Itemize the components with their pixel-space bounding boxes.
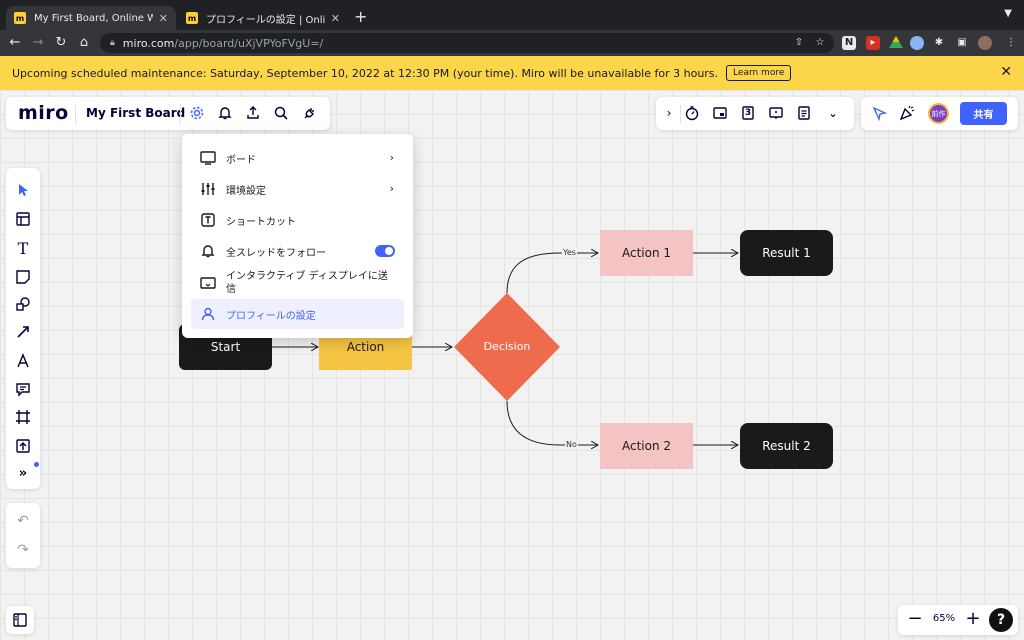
presentation-icon[interactable] (767, 104, 785, 122)
miro-logo[interactable]: miro (18, 102, 69, 124)
menu-item-preferences[interactable]: 環境設定 › (191, 174, 404, 204)
chevron-right-icon: › (389, 182, 394, 195)
cursor-follow-icon[interactable] (870, 104, 888, 122)
follow-threads-toggle[interactable] (375, 245, 395, 257)
user-avatar[interactable]: 前作 (928, 103, 949, 124)
counter-label: 3 (744, 108, 752, 118)
action2-node[interactable]: Action 2 (600, 423, 693, 469)
upload-icon[interactable] (14, 437, 32, 455)
celebrate-icon[interactable] (898, 104, 916, 122)
menu-item-label: ボード (226, 154, 256, 166)
settings-icon[interactable] (188, 104, 206, 122)
notification-icon[interactable] (216, 104, 234, 122)
result2-node-label: Result 2 (762, 439, 811, 453)
frames-panel-button[interactable] (6, 606, 34, 634)
menu-item-shortcuts[interactable]: ショートカット (191, 205, 404, 235)
sticky-note-icon[interactable] (14, 268, 32, 286)
zoom-in-icon[interactable]: + (964, 610, 982, 628)
frame-icon[interactable] (14, 408, 32, 426)
zoom-controls: − 65% + ? (898, 605, 1018, 635)
zoom-out-icon[interactable]: − (906, 610, 924, 628)
more-tools-icon[interactable]: » (14, 464, 32, 482)
search-icon[interactable] (272, 104, 290, 122)
collapse-icon[interactable]: › (660, 104, 678, 122)
display-icon (200, 276, 216, 292)
plugin-icon[interactable] (301, 104, 319, 122)
action-node-label: Action (346, 340, 385, 354)
menu-item-label: インタラクティブ ディスプレイに送信 (226, 271, 388, 295)
notes-icon[interactable] (795, 104, 813, 122)
shortcut-icon (200, 212, 216, 228)
card-icon[interactable] (711, 104, 729, 122)
redo-icon[interactable]: ↷ (14, 541, 32, 559)
decision-node-label: Decision (483, 339, 531, 353)
board-name[interactable]: My First Board (86, 106, 185, 120)
action1-node-label: Action 1 (621, 246, 672, 260)
undo-redo-toolbar: ↶ ↷ (6, 503, 40, 568)
pen-icon[interactable] (14, 352, 32, 370)
profile-icon (200, 306, 216, 322)
more-icon[interactable]: ⌄ (824, 104, 842, 122)
divider (680, 105, 681, 123)
menu-item-profile-settings[interactable]: プロフィールの設定 (191, 299, 404, 329)
undo-icon[interactable]: ↶ (14, 512, 32, 530)
edge-label-no: No (565, 440, 578, 449)
collaboration-toolbar: 前作 共有 (861, 97, 1018, 130)
help-button[interactable]: ? (989, 608, 1013, 632)
preferences-icon (200, 181, 216, 197)
new-badge-dot (34, 462, 39, 467)
edge-label-yes: Yes (562, 248, 577, 257)
comment-icon[interactable] (14, 380, 32, 398)
share-button[interactable]: 共有 (960, 102, 1007, 125)
connector-decision-action2 (506, 400, 598, 445)
menu-item-label: 全スレッドをフォロー (226, 247, 326, 259)
divider (180, 105, 181, 123)
zoom-level[interactable]: 65% (928, 613, 960, 624)
result2-node[interactable]: Result 2 (740, 423, 833, 469)
connector-icon[interactable] (14, 323, 32, 341)
menu-item-follow-threads[interactable]: 全スレッドをフォロー (191, 236, 404, 266)
settings-menu: ボード › 環境設定 › ショートカット 全スレッドをフォロー インタラクティブ… (182, 134, 413, 338)
upload-icon[interactable] (244, 104, 262, 122)
action2-node-label: Action 2 (621, 439, 672, 453)
board-header-toolbar: miro My First Board (6, 97, 330, 130)
menu-item-label: 環境設定 (226, 185, 266, 197)
start-node-label: Start (210, 340, 241, 354)
menu-item-interactive-display[interactable]: インタラクティブ ディスプレイに送信 (191, 267, 404, 299)
left-creation-toolbar: T » (6, 168, 40, 489)
action1-node[interactable]: Action 1 (600, 230, 693, 276)
board-tools-toolbar: › 3 ⌄ (656, 97, 854, 130)
chevron-right-icon: › (389, 151, 394, 164)
decision-node[interactable]: Decision (454, 293, 560, 399)
menu-item-label: ショートカット (226, 216, 296, 228)
bell-icon (200, 243, 216, 259)
connector-decision-action1 (506, 253, 598, 294)
template-icon[interactable] (14, 210, 32, 228)
result1-node[interactable]: Result 1 (740, 230, 833, 276)
menu-item-board[interactable]: ボード › (191, 143, 404, 173)
timer-icon[interactable] (683, 104, 701, 122)
result1-node-label: Result 1 (762, 246, 811, 260)
divider (75, 105, 76, 123)
counter-icon[interactable]: 3 (739, 104, 757, 122)
select-icon[interactable] (14, 181, 32, 199)
frames-panel-icon (13, 613, 27, 627)
board-icon (200, 150, 216, 166)
menu-item-label: プロフィールの設定 (226, 310, 316, 322)
shapes-icon[interactable] (14, 295, 32, 313)
text-icon[interactable]: T (14, 239, 32, 258)
